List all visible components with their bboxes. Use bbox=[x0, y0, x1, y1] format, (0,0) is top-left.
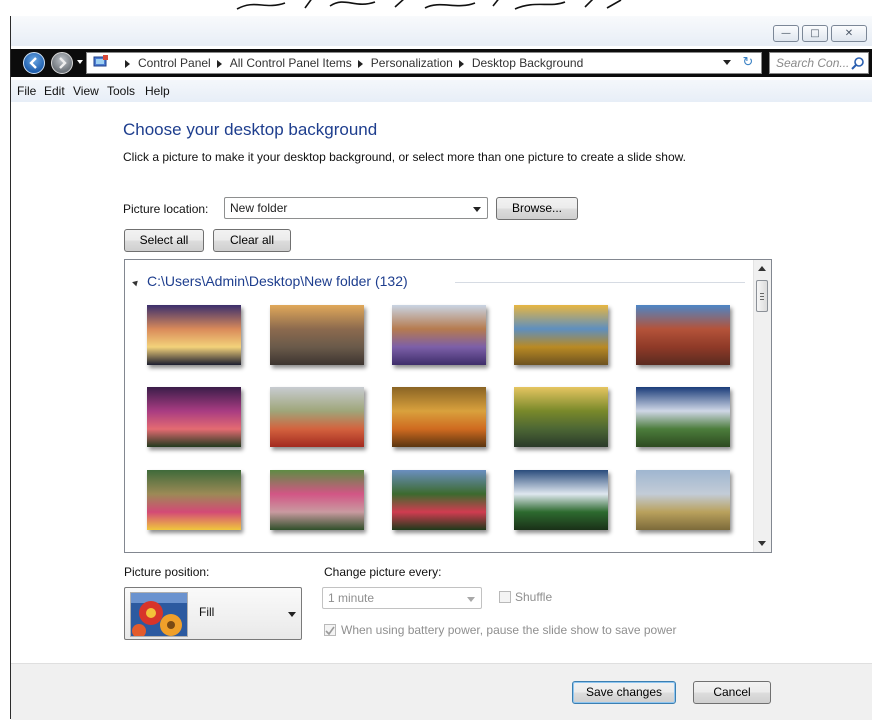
wallpaper-thumbnail-flower-garden[interactable] bbox=[147, 470, 241, 530]
cancel-button[interactable]: Cancel bbox=[693, 681, 771, 704]
wallpaper-thumbnail-oak-tree[interactable] bbox=[392, 470, 486, 530]
picture-location-label: Picture location: bbox=[123, 202, 209, 216]
wallpaper-thumbnail-red-canyon[interactable] bbox=[636, 305, 730, 365]
scrollbar-thumb[interactable] bbox=[756, 280, 768, 312]
shuffle-label: Shuffle bbox=[515, 590, 553, 604]
search-placeholder: Search Con... bbox=[776, 56, 850, 70]
picture-position-value: Fill bbox=[199, 605, 215, 619]
wallpaper-thumbnail-garden-path[interactable] bbox=[270, 470, 364, 530]
menu-tools[interactable]: Tools bbox=[107, 84, 135, 98]
chevron-down-icon bbox=[467, 597, 475, 602]
wallpaper-thumbnail-alpine-lake[interactable] bbox=[270, 387, 364, 447]
refresh-icon[interactable]: ↻ bbox=[739, 55, 757, 71]
wallpaper-thumbnail-waterfall[interactable] bbox=[514, 470, 608, 530]
battery-pause-label: When using battery power, pause the slid… bbox=[341, 623, 677, 637]
arrow-left-icon bbox=[29, 57, 37, 69]
window: — □ ✕ Control Panel All Control Panel Ite… bbox=[10, 16, 872, 720]
wallpaper-thumbnail-wheat-field[interactable] bbox=[636, 470, 730, 530]
navigation-bar: Control Panel All Control Panel Items Pers… bbox=[11, 49, 872, 77]
menu-edit[interactable]: Edit bbox=[44, 84, 65, 98]
address-dropdown-icon[interactable] bbox=[723, 60, 731, 65]
recent-pages-dropdown[interactable] bbox=[77, 60, 83, 64]
save-changes-button[interactable]: Save changes bbox=[572, 681, 676, 704]
browse-button[interactable]: Browse... bbox=[496, 197, 578, 220]
menu-file[interactable]: File bbox=[17, 84, 36, 98]
control-panel-icon bbox=[93, 55, 108, 67]
picture-position-label: Picture position: bbox=[124, 565, 210, 579]
page-description: Click a picture to make it your desktop … bbox=[123, 150, 686, 164]
scroll-up-icon[interactable] bbox=[758, 266, 766, 271]
title-bar: — □ ✕ bbox=[11, 16, 872, 46]
wallpaper-thumbnail-autumn-lake[interactable] bbox=[514, 305, 608, 365]
group-divider bbox=[455, 282, 745, 283]
breadcrumb-item-desktop-background[interactable]: Desktop Background bbox=[472, 56, 583, 70]
scroll-down-icon[interactable] bbox=[758, 541, 766, 546]
breadcrumb: Control Panel All Control Panel Items Pers… bbox=[119, 53, 583, 73]
wallpaper-thumbnail-purple-dusk[interactable] bbox=[147, 387, 241, 447]
breadcrumb-item-control-panel[interactable]: Control Panel bbox=[138, 56, 211, 70]
change-interval-value: 1 minute bbox=[328, 591, 375, 605]
collapse-group-icon[interactable] bbox=[132, 278, 140, 287]
maximize-button[interactable]: □ bbox=[802, 25, 828, 42]
vertical-scrollbar[interactable] bbox=[753, 260, 771, 552]
position-preview-image bbox=[130, 592, 188, 637]
wallpaper-thumbnail-rocky-sunset[interactable] bbox=[270, 305, 364, 365]
change-interval-select[interactable]: 1 minute bbox=[322, 587, 482, 609]
folder-group-title[interactable]: C:\Users\Admin\Desktop\New folder (132) bbox=[147, 273, 408, 289]
clear-all-button[interactable]: Clear all bbox=[213, 229, 291, 252]
address-bar[interactable]: Control Panel All Control Panel Items Pers… bbox=[86, 52, 762, 74]
change-picture-label: Change picture every: bbox=[324, 565, 442, 579]
breadcrumb-item-personalization[interactable]: Personalization bbox=[371, 56, 453, 70]
menu-view[interactable]: View bbox=[73, 84, 99, 98]
picture-position-select[interactable]: Fill bbox=[124, 587, 302, 640]
close-button[interactable]: ✕ bbox=[831, 25, 867, 42]
checkmark-icon bbox=[325, 626, 335, 636]
search-input[interactable]: Search Con... bbox=[769, 52, 869, 74]
back-button[interactable] bbox=[23, 52, 45, 74]
picture-gallery: C:\Users\Admin\Desktop\New folder (132) bbox=[124, 259, 772, 553]
wallpaper-thumbnail-autumn-forest[interactable] bbox=[392, 387, 486, 447]
forward-button[interactable] bbox=[51, 52, 73, 74]
main-content: Choose your desktop background Click a p… bbox=[11, 102, 872, 663]
wallpaper-thumbnail-forest-stream[interactable] bbox=[514, 387, 608, 447]
wallpaper-thumbnail-sunset-lagoon[interactable] bbox=[147, 305, 241, 365]
chevron-down-icon bbox=[288, 612, 296, 617]
menu-help[interactable]: Help bbox=[145, 84, 170, 98]
footer-bar: Save changes Cancel bbox=[11, 663, 872, 720]
picture-location-value: New folder bbox=[230, 201, 288, 215]
handwriting-scrawl bbox=[236, 0, 622, 10]
breadcrumb-item-all-control-panel-items[interactable]: All Control Panel Items bbox=[230, 56, 352, 70]
select-all-button[interactable]: Select all bbox=[124, 229, 204, 252]
page-title: Choose your desktop background bbox=[123, 120, 378, 139]
wallpaper-thumbnail-lavender-field[interactable] bbox=[392, 305, 486, 365]
shuffle-checkbox[interactable] bbox=[499, 591, 511, 603]
minimize-button[interactable]: — bbox=[773, 25, 799, 42]
picture-location-select[interactable]: New folder bbox=[224, 197, 488, 219]
search-icon[interactable] bbox=[851, 56, 865, 70]
battery-pause-checkbox[interactable] bbox=[324, 624, 336, 636]
wallpaper-thumbnail-mountain-meadow[interactable] bbox=[636, 387, 730, 447]
background-strip bbox=[0, 0, 872, 16]
arrow-right-icon bbox=[59, 57, 67, 69]
menu-bar: File Edit View Tools Help bbox=[11, 80, 872, 103]
chevron-down-icon bbox=[473, 207, 481, 212]
